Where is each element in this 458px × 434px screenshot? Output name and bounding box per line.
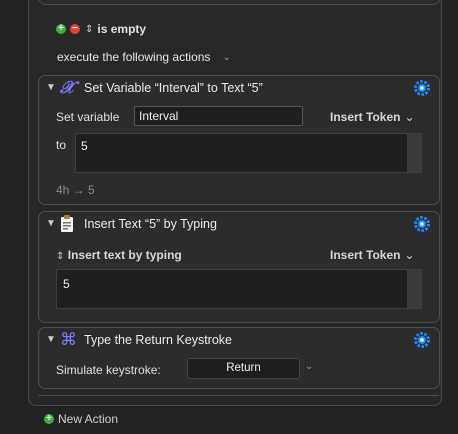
stepper-icon: ⇕: [56, 251, 65, 262]
chevron-down-icon[interactable]: ⌄: [305, 361, 313, 372]
variable-x-icon: 𝒳: [60, 78, 75, 98]
gear-icon[interactable]: [413, 215, 431, 233]
condition-label[interactable]: is empty: [97, 22, 146, 36]
add-condition-icon[interactable]: +: [56, 24, 66, 34]
scrollbar[interactable]: [407, 134, 421, 172]
new-action-button[interactable]: + New Action: [44, 412, 118, 426]
insert-text-value: 5: [63, 277, 70, 291]
text-value: 5: [81, 139, 88, 153]
new-action-label: New Action: [58, 412, 119, 426]
action-title: Insert Text “5” by Typing: [84, 217, 217, 231]
chevron-down-icon[interactable]: ▼: [46, 334, 56, 345]
action-header: ▼ Insert Text “5” by Typing: [39, 212, 439, 236]
variable-name-field[interactable]: Interval: [134, 106, 303, 126]
action-title: Set Variable “Interval” to Text “5”: [84, 81, 263, 95]
simulate-keystroke-label: Simulate keystroke:: [56, 363, 161, 377]
set-variable-label: Set variable: [56, 110, 120, 124]
preview-result: 4h → 5: [56, 183, 95, 197]
insert-mode-dropdown[interactable]: ⇕ Insert text by typing: [56, 248, 182, 262]
insert-text-field[interactable]: 5: [56, 269, 422, 309]
action-set-variable: ▼ 𝒳 Set Variable “Interval” to Text “5” …: [38, 75, 440, 205]
gear-icon[interactable]: [413, 79, 431, 97]
to-label: to: [56, 138, 67, 152]
chevron-down-icon[interactable]: ⌄: [222, 52, 230, 63]
gear-icon[interactable]: [413, 331, 431, 349]
command-key-icon: ⌘: [60, 330, 77, 350]
keystroke-value: Return: [226, 362, 261, 374]
insert-token-button[interactable]: Insert Token ⌄: [330, 110, 415, 124]
insert-token-button[interactable]: Insert Token ⌄: [330, 248, 415, 262]
chevron-down-icon[interactable]: ▼: [46, 218, 56, 229]
scrollbar[interactable]: [407, 270, 421, 308]
chevron-down-icon[interactable]: ▼: [46, 82, 56, 93]
action-title: Type the Return Keystroke: [84, 333, 232, 347]
action-header: ▼ ⌘ Type the Return Keystroke: [39, 328, 439, 352]
variable-name-value: Interval: [139, 109, 179, 123]
divider: [38, 395, 439, 396]
text-value-field[interactable]: 5: [75, 133, 422, 173]
add-icon: +: [44, 414, 54, 424]
remove-condition-icon[interactable]: −: [70, 24, 80, 34]
execute-row[interactable]: execute the following actions ⌄: [57, 50, 231, 64]
condition-row: + − ⇕ is empty: [56, 22, 146, 36]
condition-box: [38, 0, 441, 5]
action-header: ▼ 𝒳 Set Variable “Interval” to Text “5”: [39, 76, 439, 100]
condition-stepper-icon[interactable]: ⇕: [85, 24, 93, 35]
clipboard-icon: [61, 215, 73, 232]
keystroke-field[interactable]: Return: [187, 358, 300, 379]
action-insert-text: ▼ Insert Text “5” by Typing ⇕ Insert tex…: [38, 211, 440, 323]
execute-label[interactable]: execute the following actions: [57, 50, 210, 64]
action-type-keystroke: ▼ ⌘ Type the Return Keystroke Simulate k…: [38, 327, 440, 389]
